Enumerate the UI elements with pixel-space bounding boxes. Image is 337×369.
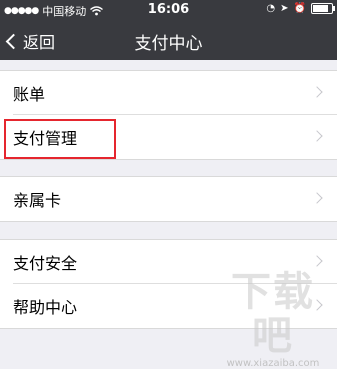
chevron-right-icon <box>311 86 323 98</box>
watermark-url: www.xiazaiba.com <box>226 358 320 369</box>
navigation-bar: 返回 支付中心 <box>0 20 337 60</box>
chevron-right-icon <box>311 192 323 204</box>
chevron-right-icon <box>311 255 323 267</box>
list-item-bill[interactable]: 账单 <box>0 71 337 115</box>
watermark-text: 下载吧 <box>231 269 315 359</box>
location-icon: ➤ <box>280 3 289 14</box>
alarm-icon: ⏰ <box>293 3 306 14</box>
status-bar: ●●●●● 中国移动 16:06 ◔ ➤ ⏰ <box>0 0 337 20</box>
list-item-label: 支付安全 <box>13 254 78 273</box>
group-family-card: 亲属卡 <box>0 176 337 222</box>
watermark-logo: 下载吧 www.xiazaiba.com <box>213 270 333 369</box>
list-item-label: 帮助中心 <box>13 298 78 317</box>
list-item-family-card[interactable]: 亲属卡 <box>0 177 337 221</box>
highlight-box <box>4 119 116 159</box>
chevron-right-icon <box>311 130 323 142</box>
rotation-lock-icon: ◔ <box>266 3 276 14</box>
battery-icon <box>311 3 335 14</box>
page-title: 支付中心 <box>134 34 203 54</box>
list-item-label: 账单 <box>13 85 46 104</box>
list-item-label: 亲属卡 <box>13 191 62 210</box>
battery-level <box>313 5 328 12</box>
